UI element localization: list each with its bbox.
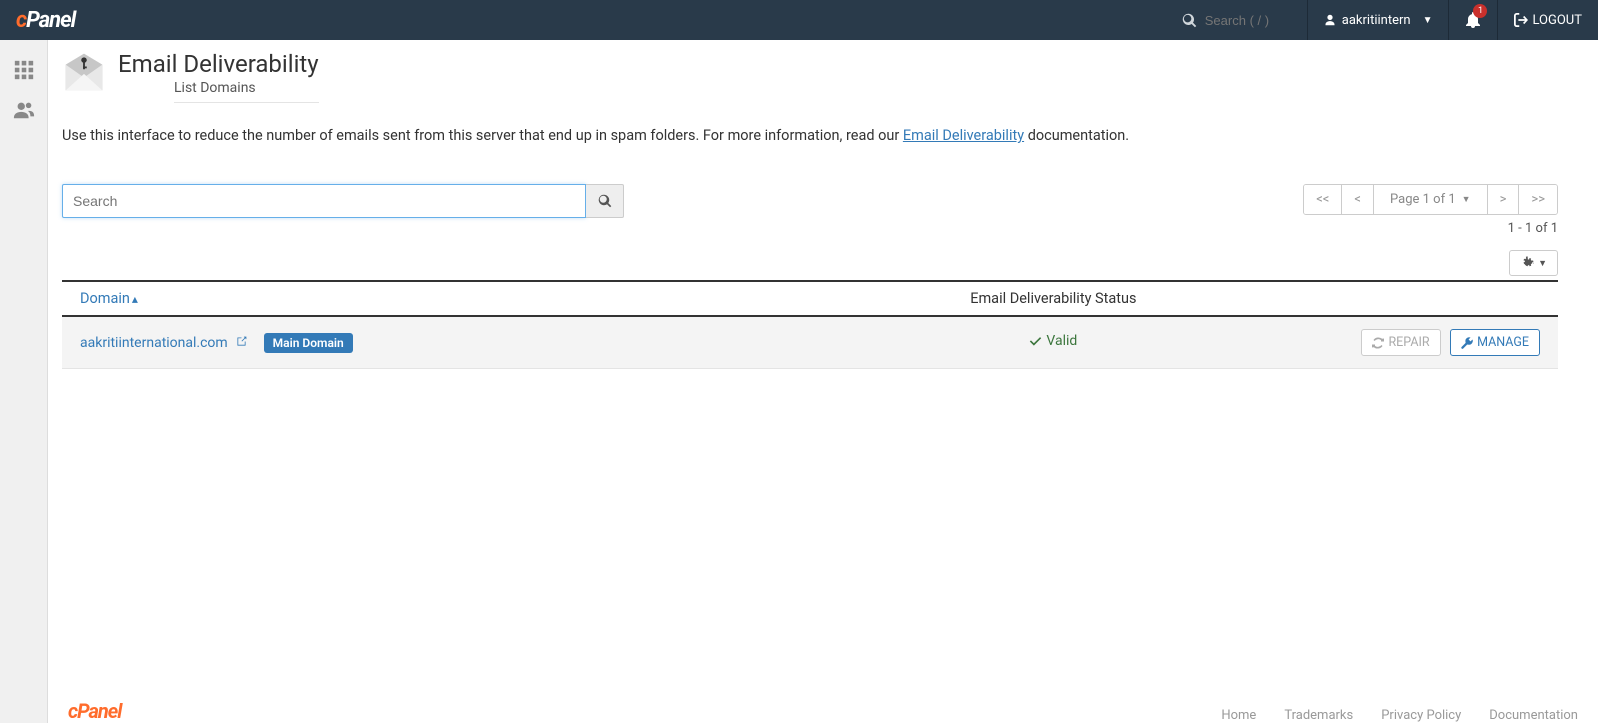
result-count: 1 - 1 of 1 <box>1303 221 1558 236</box>
sidebar-apps-button[interactable] <box>0 50 48 90</box>
pager-info[interactable]: Page 1 of 1▼ <box>1374 185 1488 214</box>
toolbar: << < Page 1 of 1▼ > >> 1 - 1 of 1 <box>62 184 1558 236</box>
sort-asc-icon: ▴ <box>132 292 138 306</box>
footer-link-trademarks[interactable]: Trademarks <box>1284 708 1353 723</box>
search-icon <box>598 194 612 208</box>
caret-down-icon: ▼ <box>1538 258 1547 268</box>
external-link-icon[interactable] <box>235 335 248 351</box>
pager-prev[interactable]: < <box>1342 185 1374 214</box>
main-domain-badge: Main Domain <box>264 333 353 353</box>
user-menu[interactable]: aakritiintern ▼ <box>1308 0 1450 40</box>
footer-link-home[interactable]: Home <box>1221 708 1256 723</box>
left-sidebar <box>0 40 48 723</box>
pager: << < Page 1 of 1▼ > >> <box>1303 184 1558 215</box>
logout-button[interactable]: LOGOUT <box>1498 0 1598 40</box>
page-title: Email Deliverability <box>118 50 319 78</box>
logout-icon <box>1514 13 1528 27</box>
description-text-post: documentation. <box>1024 127 1129 144</box>
domain-search-input[interactable] <box>62 184 586 218</box>
wrench-icon <box>1461 337 1473 349</box>
table-settings-button[interactable]: ▼ <box>1509 250 1558 276</box>
manage-button[interactable]: MANAGE <box>1450 329 1540 356</box>
top-navbar: cPanel aakritiintern ▼ 1 LOGOUT <box>0 0 1598 40</box>
domain-search <box>62 184 624 218</box>
footer: cPanel Home Trademarks Privacy Policy Do… <box>48 693 1598 723</box>
search-icon <box>1182 13 1197 28</box>
envelope-key-icon <box>62 50 106 94</box>
gear-icon <box>1520 256 1534 270</box>
domain-search-button[interactable] <box>586 184 624 218</box>
status-valid: Valid <box>1029 333 1077 349</box>
column-header-domain[interactable]: Domain▴ <box>62 281 809 316</box>
sidebar-users-button[interactable] <box>0 90 48 130</box>
pager-last[interactable]: >> <box>1519 185 1557 214</box>
notifications-button[interactable]: 1 <box>1449 0 1498 40</box>
navbar-search-input[interactable] <box>1205 13 1295 28</box>
brand-logo[interactable]: cPanel <box>0 8 91 33</box>
footer-link-privacy[interactable]: Privacy Policy <box>1381 708 1461 723</box>
domain-link[interactable]: aakritiinternational.com <box>80 335 228 351</box>
footer-links: Home Trademarks Privacy Policy Documenta… <box>1221 708 1578 723</box>
doc-link[interactable]: Email Deliverability <box>903 127 1024 144</box>
status-label: Valid <box>1046 333 1077 349</box>
notification-badge: 1 <box>1473 4 1487 18</box>
table-row: aakritiinternational.com Main Domain Val… <box>62 316 1558 369</box>
navbar-search[interactable] <box>1170 0 1308 40</box>
footer-link-docs[interactable]: Documentation <box>1489 708 1578 723</box>
pager-first[interactable]: << <box>1304 185 1342 214</box>
username-label: aakritiintern <box>1342 13 1411 28</box>
page-description: Use this interface to reduce the number … <box>62 127 1558 144</box>
footer-brand-logo[interactable]: cPanel <box>68 699 121 723</box>
refresh-icon <box>1372 337 1384 349</box>
grid-icon <box>13 59 35 81</box>
page-subtitle: List Domains <box>174 80 319 96</box>
main-content: Email Deliverability List Domains Use th… <box>48 40 1598 369</box>
pager-next[interactable]: > <box>1488 185 1520 214</box>
logout-label: LOGOUT <box>1532 13 1582 28</box>
page-icon <box>62 50 106 98</box>
user-icon <box>1324 14 1336 26</box>
check-icon <box>1029 335 1042 348</box>
description-text: Use this interface to reduce the number … <box>62 127 903 144</box>
caret-down-icon: ▼ <box>1462 194 1471 205</box>
caret-down-icon: ▼ <box>1423 15 1433 26</box>
repair-button: REPAIR <box>1361 329 1440 356</box>
domains-table: Domain▴ Email Deliverability Status aakr… <box>62 280 1558 369</box>
column-header-status[interactable]: Email Deliverability Status <box>809 281 1298 316</box>
page-header: Email Deliverability List Domains <box>62 50 1558 109</box>
users-icon <box>13 99 35 121</box>
